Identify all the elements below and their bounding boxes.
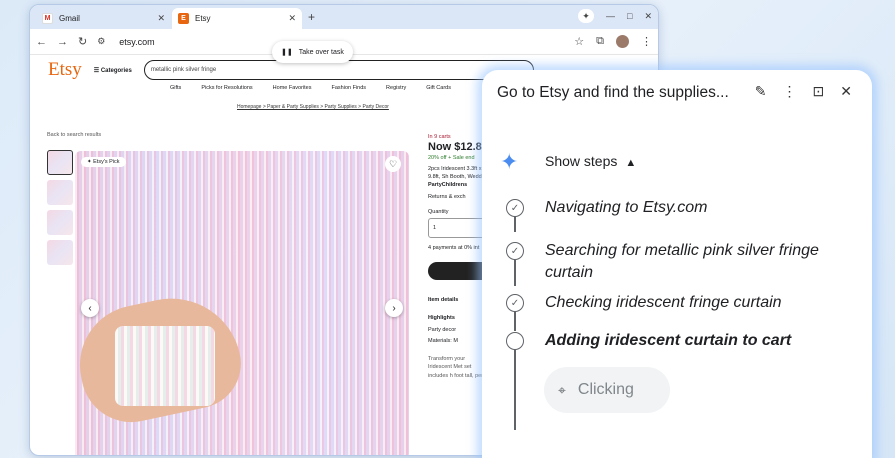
product-image[interactable]: ✦ Etsy's Pick ♡ ‹ › — [75, 151, 409, 455]
etsy-logo[interactable]: Etsy — [48, 59, 82, 81]
etsy-icon: E — [178, 13, 189, 24]
quantity-select[interactable]: 1 — [428, 217, 488, 238]
check-circle-icon: ✓ — [506, 199, 524, 217]
highlights-heading: Highlights — [428, 315, 455, 322]
category-nav: Gifts Picks for Resolutions Home Favorit… — [170, 85, 451, 91]
search-input[interactable]: metallic pink silver fringe — [143, 60, 534, 80]
agent-panel: Go to Etsy and find the supplies... ✎ ⋮ … — [482, 70, 872, 458]
thumbnail[interactable] — [47, 180, 73, 205]
open-in-window-icon[interactable]: ⊡ — [813, 83, 825, 100]
show-steps-label: Show steps — [545, 153, 618, 169]
avatar[interactable] — [616, 35, 629, 48]
badge-label: Etsy's Pick — [93, 159, 120, 165]
thumbnail-list — [47, 150, 73, 265]
add-to-cart-button[interactable] — [428, 262, 488, 281]
maximize-icon[interactable]: □ — [627, 11, 632, 21]
tab-etsy-label: Etsy — [195, 14, 211, 23]
discount-text: 20% off + Sale end — [428, 155, 475, 162]
nav-gift-cards[interactable]: Gift Cards — [426, 85, 451, 91]
price: Now $12.8 — [428, 141, 482, 154]
back-arrow-icon[interactable]: ← — [36, 36, 47, 48]
new-tab-button[interactable]: + — [308, 10, 315, 24]
panel-title: Go to Etsy and find the supplies... — [497, 84, 729, 101]
close-icon[interactable]: ✕ — [157, 13, 165, 24]
take-over-task-button[interactable]: ❚❚ Take over task — [272, 41, 353, 63]
in-carts-text: In 9 carts — [428, 134, 451, 140]
reload-icon[interactable]: ↻ — [78, 35, 87, 48]
next-image-icon[interactable]: › — [385, 299, 403, 317]
close-icon[interactable]: ✕ — [644, 11, 652, 22]
nav-resolutions[interactable]: Picks for Resolutions — [201, 85, 252, 91]
product-info: In 9 carts Now $12.8 20% off + Sale end … — [428, 133, 488, 380]
etsy-pick-badge: ✦ Etsy's Pick — [81, 157, 126, 167]
gemini-icon[interactable]: ✦ — [578, 9, 595, 23]
status-label: Clicking — [577, 381, 634, 398]
item-details-heading[interactable]: Item details — [428, 296, 488, 304]
menu-dots-icon[interactable]: ⋮ — [641, 35, 652, 48]
status-chip: ⌖ Clicking — [544, 367, 670, 413]
highlight-materials: Materials: M — [428, 337, 458, 344]
tab-bar: M Gmail ✕ E Etsy ✕ + ✦ — □ ✕ — [30, 5, 658, 29]
take-over-label: Take over task — [298, 48, 344, 56]
cursor-click-icon: ⌖ — [558, 381, 566, 398]
pending-circle-icon — [506, 332, 524, 350]
step-label: Searching for metallic pink silver fring… — [545, 242, 819, 281]
tab-gmail-label: Gmail — [59, 14, 80, 23]
step-connector — [514, 311, 516, 331]
fringe-sample-image — [115, 326, 215, 406]
step-connector — [514, 350, 516, 430]
chevron-up-icon: ▲ — [625, 157, 637, 169]
forward-arrow-icon[interactable]: → — [57, 36, 68, 48]
window-controls: ✦ — □ ✕ — [578, 9, 652, 23]
categories-label: Categories — [100, 67, 132, 74]
nav-home[interactable]: Home Favorites — [273, 85, 312, 91]
nav-gifts[interactable]: Gifts — [170, 85, 181, 91]
site-settings-icon[interactable]: ⚙ — [97, 36, 105, 47]
thumbnail[interactable] — [47, 210, 73, 235]
nav-fashion[interactable]: Fashion Finds — [332, 85, 367, 91]
step-label: Navigating to Etsy.com — [545, 199, 708, 216]
breadcrumb[interactable]: Homepage > Paper & Party Supplies > Part… — [237, 104, 389, 110]
highlight-party-decor: Party decor — [428, 326, 457, 333]
close-icon[interactable]: ✕ — [840, 83, 852, 100]
favorite-heart-icon[interactable]: ♡ — [385, 156, 401, 172]
show-steps-toggle[interactable]: Show steps ▲ — [545, 153, 636, 169]
check-circle-icon: ✓ — [506, 294, 524, 312]
address-bar[interactable]: etsy.com — [119, 37, 154, 47]
shop-name[interactable]: PartyChildrens — [428, 181, 488, 189]
sparkle-icon: ✦ — [500, 149, 519, 174]
check-circle-icon: ✓ — [506, 242, 524, 260]
step-label: Checking iridescent fringe curtain — [545, 294, 782, 311]
categories-button[interactable]: ☰ Categories — [94, 67, 132, 74]
nav-registry[interactable]: Registry — [386, 85, 406, 91]
thumbnail[interactable] — [47, 240, 73, 265]
thumbnail[interactable] — [47, 150, 73, 175]
extensions-icon[interactable]: ⧉ — [596, 35, 604, 48]
pause-icon: ❚❚ — [281, 49, 293, 56]
step-connector — [514, 260, 516, 286]
back-to-results-link[interactable]: Back to search results — [47, 132, 101, 138]
panel-actions: ✎ ⋮ ⊡ ✕ — [755, 83, 852, 100]
step-connector — [514, 216, 516, 232]
edit-icon[interactable]: ✎ — [755, 83, 767, 100]
returns-text: Returns & exch — [428, 194, 466, 201]
minimize-icon[interactable]: — — [606, 11, 615, 21]
tab-gmail[interactable]: M Gmail ✕ — [36, 8, 171, 29]
product-description: 2pcs Iridescent 3.3ft x 9.8ft, Sh Booth,… — [428, 165, 486, 180]
quantity-label: Quantity — [428, 208, 449, 215]
more-vert-icon[interactable]: ⋮ — [783, 83, 797, 100]
prev-image-icon[interactable]: ‹ — [81, 299, 99, 317]
step-label-active: Adding iridescent curtain to cart — [545, 332, 792, 349]
bookmark-star-icon[interactable]: ☆ — [574, 35, 584, 48]
gmail-icon: M — [42, 13, 53, 24]
description-text: Transform your Iridescent Met set includ… — [428, 356, 488, 379]
payments-text: 4 payments at 0% int — [428, 244, 480, 251]
tab-etsy[interactable]: E Etsy ✕ — [172, 8, 302, 29]
close-icon[interactable]: ✕ — [288, 13, 296, 24]
